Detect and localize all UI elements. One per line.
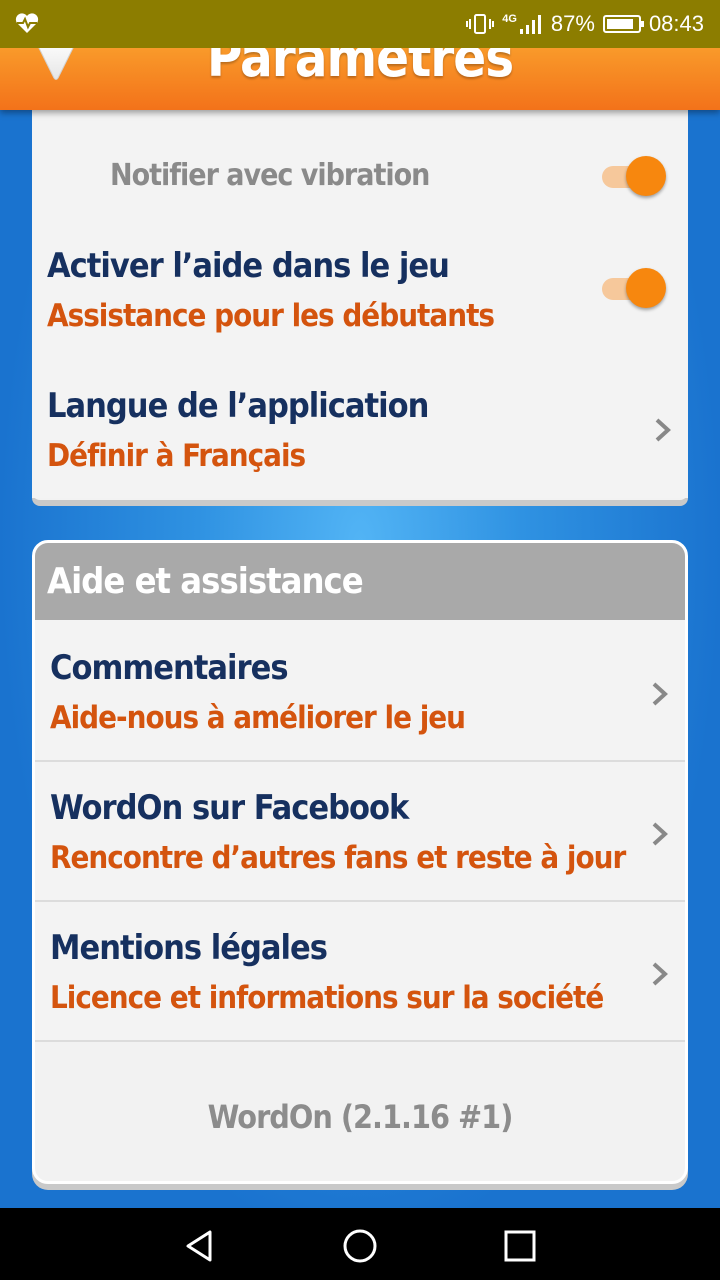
setting-vibration[interactable]: Notifier avec vibration	[32, 134, 688, 220]
settings-card-help: Aide et assistance Commentaires Aide-nou…	[32, 540, 688, 1184]
setting-title: Langue de l’application	[47, 386, 429, 426]
help-item-subtitle: Aide-nous à améliorer le jeu	[50, 700, 466, 736]
recents-icon[interactable]	[500, 1226, 540, 1266]
chevron-right-icon	[652, 962, 668, 986]
heart-monitor-icon	[15, 13, 39, 33]
help-item-subtitle: Rencontre d’autres fans et reste à jour	[50, 840, 626, 876]
setting-label: Notifier avec vibration	[110, 158, 430, 193]
home-icon[interactable]	[340, 1226, 380, 1266]
section-header: Aide et assistance	[35, 543, 685, 620]
status-bar: 4G 87% 08:43	[0, 0, 720, 48]
list-item-partial	[32, 110, 688, 134]
help-item-legal[interactable]: Mentions légales Licence et informations…	[35, 902, 685, 1042]
clock: 08:43	[648, 11, 704, 36]
app-header: Paramètres	[0, 26, 720, 110]
help-item-feedback[interactable]: Commentaires Aide-nous à améliorer le je…	[35, 620, 685, 762]
setting-in-game-help[interactable]: Activer l’aide dans le jeu Assistance po…	[32, 218, 688, 360]
chevron-right-icon	[652, 822, 668, 846]
help-item-title: Commentaires	[50, 648, 289, 688]
settings-card-general: Notifier avec vibration Activer l’aide d…	[32, 110, 688, 500]
help-toggle[interactable]	[600, 268, 666, 308]
help-item-title: Mentions légales	[50, 928, 328, 968]
battery-percent: 87%	[550, 11, 595, 36]
help-item-subtitle: Licence et informations sur la société	[50, 980, 604, 1016]
chevron-right-icon	[652, 682, 668, 706]
setting-title: Activer l’aide dans le jeu	[47, 246, 450, 286]
help-item-facebook[interactable]: WordOn sur Facebook Rencontre d’autres f…	[35, 762, 685, 902]
battery-icon	[602, 15, 644, 33]
app-version: WordOn (2.1.16 #1)	[207, 1098, 514, 1136]
chevron-right-icon	[655, 418, 671, 442]
back-icon[interactable]	[180, 1226, 220, 1266]
setting-subtitle: Définir à Français	[47, 438, 306, 474]
setting-app-language[interactable]: Langue de l’application Définir à França…	[32, 358, 688, 498]
setting-subtitle: Assistance pour les débutants	[47, 298, 495, 334]
network-type: 4G	[502, 13, 517, 25]
vibration-toggle[interactable]	[600, 156, 666, 196]
system-nav-bar	[0, 1208, 720, 1280]
section-title: Aide et assistance	[47, 561, 364, 602]
help-item-title: WordOn sur Facebook	[50, 788, 409, 828]
vibrate-icon	[466, 14, 495, 34]
signal-icon	[519, 15, 541, 34]
